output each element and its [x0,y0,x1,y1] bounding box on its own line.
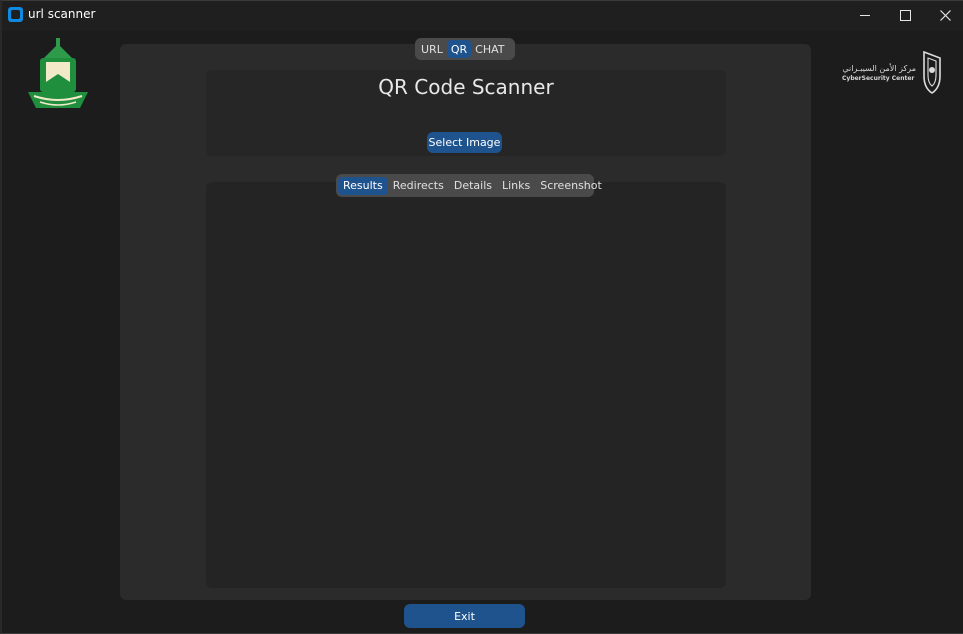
window-border [0,0,963,634]
